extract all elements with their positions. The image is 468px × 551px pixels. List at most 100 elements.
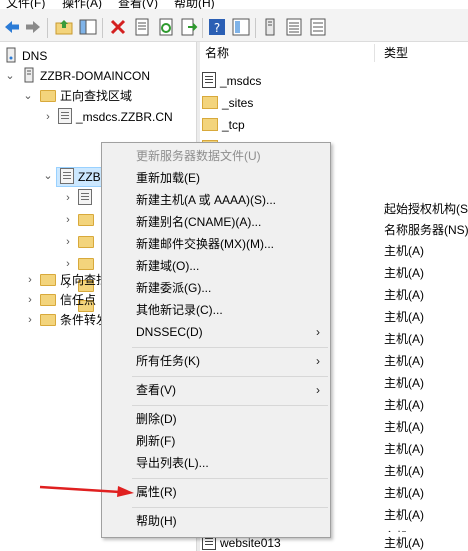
menu-item-label: 属性(R) (136, 485, 177, 499)
chevron-right-icon[interactable]: › (62, 232, 74, 252)
tree-label-forward-zones: 正向查找区域 (60, 89, 133, 103)
menu-item-new-mx[interactable]: 新建邮件交换器(MX)(M)... (102, 233, 330, 255)
folder-icon (78, 214, 94, 226)
menu-item-label: 刷新(F) (136, 434, 176, 448)
submenu-arrow-icon: › (316, 325, 320, 339)
list-item[interactable]: _tcp (202, 114, 245, 136)
menu-item-new-delegation[interactable]: 新建委派(G)... (102, 277, 330, 299)
list-item-type: 主机(A) (384, 244, 424, 258)
folder-icon (78, 236, 94, 248)
chevron-right-icon[interactable]: › (24, 270, 36, 290)
tree-node-child[interactable] (78, 232, 98, 252)
menu-item-dnssec[interactable]: DNSSEC(D) › (102, 321, 330, 343)
list-item-type: 主机(A) (384, 376, 424, 390)
menu-item-label: 删除(D) (136, 412, 177, 426)
list-view-icon[interactable] (285, 18, 303, 36)
menu-item-export-list[interactable]: 导出列表(L)... (102, 452, 330, 474)
tree-node-child[interactable] (78, 210, 98, 230)
toolbar-separator (102, 18, 103, 38)
list-item-type: 主机(A) (384, 310, 424, 324)
menu-item-refresh[interactable]: 刷新(F) (102, 430, 330, 452)
chevron-right-icon[interactable]: › (42, 107, 54, 127)
menu-item-reload[interactable]: 重新加载(E) (102, 167, 330, 189)
list-item-type: 主机(A) (384, 332, 424, 346)
folder-icon (40, 90, 56, 102)
toolbar: ? (0, 9, 468, 42)
menu-item-new-alias[interactable]: 新建别名(CNAME)(A)... (102, 211, 330, 233)
menu-item-new-domain[interactable]: 新建域(O)... (102, 255, 330, 277)
menu-item-label: 所有任务(K) (136, 354, 200, 368)
properties-sheet-icon[interactable] (133, 18, 151, 36)
menu-item-label: 重新加载(E) (136, 171, 200, 185)
menu-bar: 文件(F) 操作(A) 查看(V) 帮助(H) (0, 0, 468, 10)
dns-server-icon (6, 47, 16, 63)
zone-file-icon (202, 72, 216, 88)
menu-item-help[interactable]: 帮助(H) (102, 510, 330, 532)
list-item-type: 名称服务器(NS) (384, 223, 468, 237)
chevron-right-icon[interactable]: › (24, 310, 36, 330)
menu-separator (132, 478, 328, 479)
toolbar-separator (47, 18, 48, 38)
list-item-type: 起始授权机构(S (384, 202, 468, 216)
list-item-name: _sites (222, 96, 254, 110)
menu-item-other-records[interactable]: 其他新记录(C)... (102, 299, 330, 321)
list-item[interactable]: _msdcs (202, 70, 261, 92)
chevron-right-icon[interactable]: › (24, 290, 36, 310)
tree-node-msdcs-zone[interactable]: _msdcs.ZZBR.CN (58, 107, 173, 127)
chevron-right-icon[interactable]: › (62, 188, 74, 208)
tree-node-dns[interactable]: DNS (4, 46, 47, 66)
up-folder-icon[interactable] (55, 18, 73, 36)
tree-label-server: ZZBR-DOMAINCON (40, 69, 150, 83)
context-menu: 更新服务器数据文件(U) 重新加载(E) 新建主机(A 或 AAAA)(S)..… (101, 142, 331, 538)
list-item[interactable]: _sites (202, 92, 253, 114)
menu-separator (132, 405, 328, 406)
annotation-arrow-icon (39, 485, 134, 497)
menu-item-label: DNSSEC(D) (136, 325, 203, 339)
delete-icon[interactable] (109, 18, 127, 36)
menu-item-view[interactable]: 查看(V) › (102, 379, 330, 401)
zone-file-icon (60, 168, 74, 184)
tree-label-trust-points: 信任点 (60, 293, 97, 307)
zone-file-icon (58, 108, 72, 124)
menu-item-label: 导出列表(L)... (136, 456, 209, 470)
tree-node-trust-points[interactable]: 信任点 (40, 290, 96, 310)
menu-item-label: 新建域(O)... (136, 259, 200, 273)
chevron-down-icon[interactable]: ⌄ (22, 86, 34, 106)
list-item-type: 主机(A) (384, 532, 424, 551)
chevron-right-icon[interactable]: › (62, 210, 74, 230)
folder-icon (202, 96, 218, 109)
list-item-type: 主机(A) (384, 464, 424, 478)
snap-in-view-icon[interactable] (232, 18, 250, 36)
menu-item-label: 新建委派(G)... (136, 281, 212, 295)
list-item-type: 主机(A) (384, 420, 424, 434)
menu-item-label: 更新服务器数据文件(U) (136, 149, 261, 163)
menu-item-delete[interactable]: 删除(D) (102, 408, 330, 430)
show-hide-tree-icon[interactable] (79, 18, 97, 36)
chevron-down-icon[interactable]: ⌄ (42, 166, 54, 186)
column-divider[interactable] (374, 44, 375, 62)
menu-item-label: 新建邮件交换器(MX)(M)... (136, 237, 274, 251)
tree-node-child[interactable] (78, 188, 96, 208)
menu-item-new-host[interactable]: 新建主机(A 或 AAAA)(S)... (102, 189, 330, 211)
export-list-icon[interactable] (180, 18, 198, 36)
list-item-name: _tcp (222, 118, 245, 132)
refresh-icon[interactable] (157, 18, 175, 36)
back-arrow-icon[interactable] (3, 18, 21, 36)
tree-node-server[interactable]: ZZBR-DOMAINCON (22, 66, 150, 86)
tree-node-forward-zones[interactable]: 正向查找区域 (40, 86, 132, 106)
menu-item-label: 其他新记录(C)... (136, 303, 223, 317)
column-header-type[interactable]: 类型 (384, 42, 408, 64)
menu-separator (132, 376, 328, 377)
server-icon[interactable] (261, 18, 279, 36)
tree-label-dns: DNS (22, 49, 48, 63)
column-header-name[interactable]: 名称 (205, 42, 229, 64)
list-item-type: 主机(A) (384, 354, 424, 368)
forward-arrow-icon[interactable] (24, 18, 42, 36)
help-icon[interactable]: ? (208, 18, 226, 36)
menu-item-all-tasks[interactable]: 所有任务(K) › (102, 350, 330, 372)
menu-separator (132, 507, 328, 508)
chevron-down-icon[interactable]: ⌄ (4, 66, 16, 86)
detail-view-icon[interactable] (309, 18, 327, 36)
zone-file-icon (78, 189, 92, 205)
menu-item-update-server-data[interactable]: 更新服务器数据文件(U) (102, 145, 330, 167)
